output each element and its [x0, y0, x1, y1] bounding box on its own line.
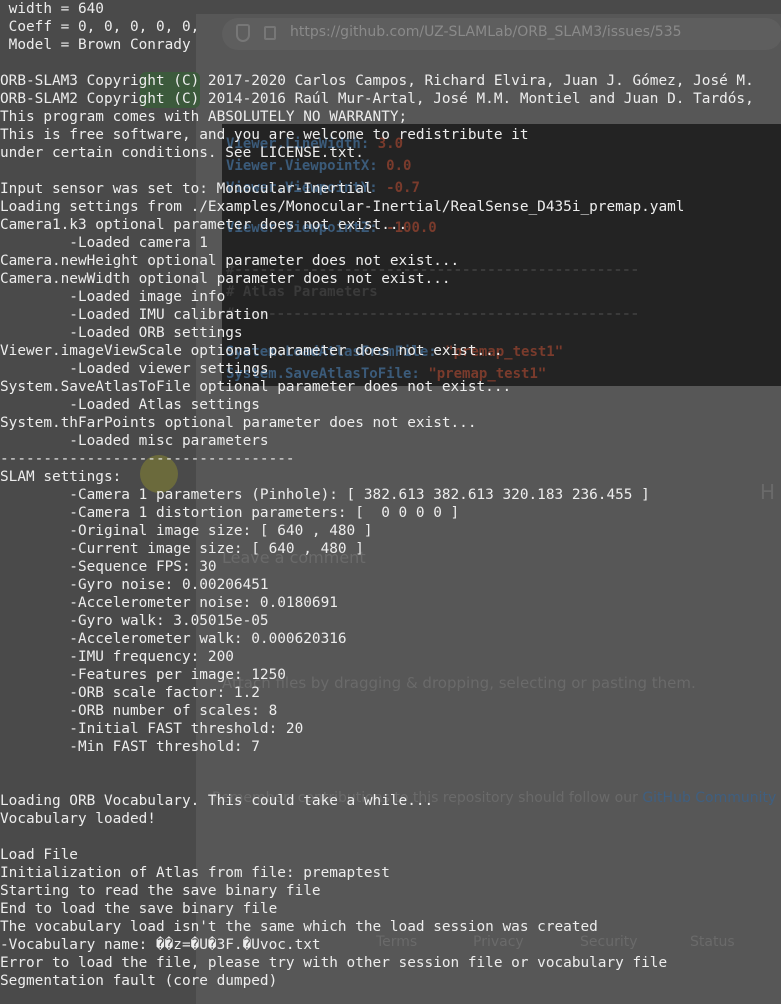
- terminal-line: -Gyro noise: 0.00206451: [0, 577, 269, 593]
- terminal-line: The vocabulary load isn't the same which…: [0, 919, 607, 935]
- terminal-line: -IMU frequency: 200: [0, 649, 234, 665]
- terminal-line: -Loaded viewer settings: [0, 361, 269, 377]
- terminal-line: under certain conditions. See LICENSE.tx…: [0, 145, 364, 161]
- terminal-line: -Accelerometer walk: 0.000620316: [0, 631, 347, 647]
- terminal-line: -Initial FAST threshold: 20: [0, 721, 304, 737]
- terminal-line: -Features per image: 1250: [0, 667, 286, 683]
- terminal-line: width = 640: [0, 1, 104, 17]
- terminal-line: Segmentation fault (core dumped): [0, 973, 278, 989]
- terminal-line: System.thFarPoints optional parameter do…: [0, 415, 477, 431]
- terminal-line: ORB-SLAM3 Copyright (C) 2017-2020 Carlos…: [0, 73, 754, 89]
- terminal-line: Input sensor was set to: Monocular-Inert…: [0, 181, 373, 197]
- terminal-line: Camera1.k3 optional parameter does not e…: [0, 217, 408, 233]
- terminal-line: -Loaded misc parameters: [0, 433, 269, 449]
- terminal-line: Error to load the file, please try with …: [0, 955, 668, 971]
- terminal-line: -Camera 1 distortion parameters: [ 0 0 0…: [0, 505, 460, 521]
- terminal-line: ----------------------------------: [0, 451, 295, 467]
- terminal-line: -Loaded IMU calibration: [0, 307, 269, 323]
- terminal-line: -Accelerometer noise: 0.0180691: [0, 595, 338, 611]
- terminal-line: This is free software, and you are welco…: [0, 127, 529, 143]
- terminal-line: -Loaded ORB settings: [0, 325, 243, 341]
- terminal-line: -Sequence FPS: 30: [0, 559, 217, 575]
- terminal-line: Model = Brown Conrady: [0, 37, 191, 53]
- terminal-line: -Min FAST threshold: 7: [0, 739, 260, 755]
- terminal-line: -Loaded camera 1: [0, 235, 208, 251]
- terminal-line: -Loaded image info: [0, 289, 226, 305]
- terminal-line: Vocabulary loaded!: [0, 811, 156, 827]
- terminal-line: -Gyro walk: 3.05015e-05: [0, 613, 269, 629]
- terminal-output[interactable]: width = 640 Coeff = 0, 0, 0, 0, 0, Model…: [0, 0, 781, 990]
- terminal-line: -Current image size: [ 640 , 480 ]: [0, 541, 364, 557]
- terminal-line: System.SaveAtlasToFile optional paramete…: [0, 379, 512, 395]
- terminal-line: Loading ORB Vocabulary. This could take …: [0, 793, 434, 809]
- terminal-line: SLAM settings:: [0, 469, 130, 485]
- terminal-line: Load File: [0, 847, 78, 863]
- terminal-line: -ORB number of scales: 8: [0, 703, 278, 719]
- terminal-line: -ORB scale factor: 1.2: [0, 685, 260, 701]
- terminal-line: -Vocabulary name: ��z=�U�3F.�Uvoc.txt: [0, 937, 321, 953]
- terminal-line: Loading settings from ./Examples/Monocul…: [0, 199, 685, 215]
- terminal-line: Coeff = 0, 0, 0, 0, 0,: [0, 19, 200, 35]
- terminal-line: End to load the save binary file: [0, 901, 278, 917]
- terminal-line: -Camera 1 parameters (Pinhole): [ 382.61…: [0, 487, 650, 503]
- terminal-line: Camera.newWidth optional parameter does …: [0, 271, 451, 287]
- terminal-line: Camera.newHeight optional parameter does…: [0, 253, 460, 269]
- terminal-line: ORB-SLAM2 Copyright (C) 2014-2016 Raúl M…: [0, 91, 754, 107]
- terminal-line: -Original image size: [ 640 , 480 ]: [0, 523, 373, 539]
- terminal-line: Initialization of Atlas from file: prema…: [0, 865, 390, 881]
- terminal-line: This program comes with ABSOLUTELY NO WA…: [0, 109, 408, 125]
- terminal-line: Viewer.imageViewScale optional parameter…: [0, 343, 503, 359]
- terminal-line: Starting to read the save binary file: [0, 883, 321, 899]
- terminal-line: -Loaded Atlas settings: [0, 397, 260, 413]
